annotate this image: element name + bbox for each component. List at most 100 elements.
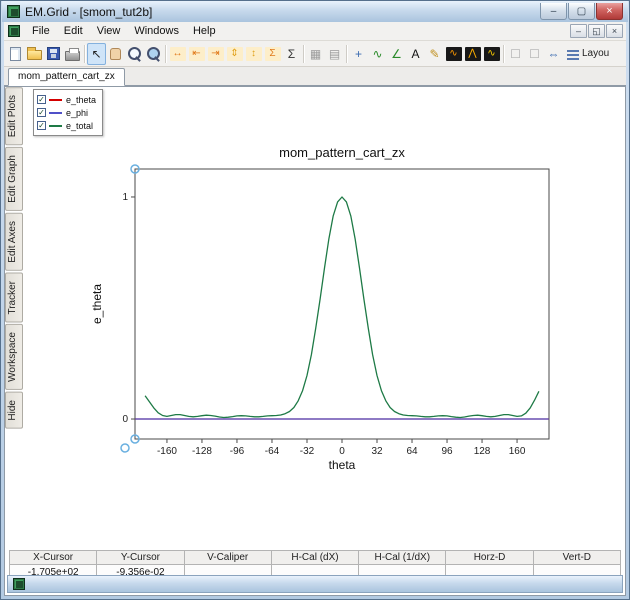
x-tick-label: 96 bbox=[441, 446, 453, 457]
close-button[interactable]: × bbox=[596, 3, 623, 20]
document-tab-bar: mom_pattern_cart_zx bbox=[4, 67, 626, 86]
zoom-window-icon bbox=[147, 47, 161, 61]
readout-column-6: Vert-D bbox=[534, 550, 621, 565]
smooth-button[interactable]: ∿ bbox=[368, 43, 387, 65]
new-document-button[interactable] bbox=[6, 43, 25, 65]
fit-page-button[interactable]: ↕ bbox=[244, 43, 263, 65]
menu-edit[interactable]: Edit bbox=[57, 23, 90, 39]
text-label-button[interactable]: A bbox=[406, 43, 425, 65]
legend-checkbox-e_theta[interactable]: ✓ bbox=[37, 95, 46, 104]
scroll-left-button[interactable]: ⇤ bbox=[187, 43, 206, 65]
menu-windows[interactable]: Windows bbox=[127, 23, 186, 39]
x-tick-label: -96 bbox=[230, 446, 245, 457]
pan-tool-button[interactable] bbox=[106, 43, 125, 65]
app-icon bbox=[7, 5, 20, 18]
zoom-in-icon bbox=[128, 47, 142, 61]
zoom-in-button[interactable] bbox=[125, 43, 144, 65]
save-button[interactable] bbox=[44, 43, 63, 65]
layout-icon bbox=[567, 50, 579, 60]
menu-items: FileEditViewWindowsHelp bbox=[25, 23, 223, 39]
side-tab-edit-axes[interactable]: Edit Axes bbox=[5, 213, 23, 271]
add-marker-button[interactable]: + bbox=[349, 43, 368, 65]
fit-height-icon: ⇕ bbox=[227, 47, 243, 61]
spectrum-icon: ∿ bbox=[484, 47, 500, 61]
text-label-icon: A bbox=[411, 48, 419, 60]
tab-mom-pattern-cart-zx[interactable]: mom_pattern_cart_zx bbox=[8, 68, 125, 86]
title-bar[interactable]: EM.Grid - [smom_tut2b] – ▢ × bbox=[2, 1, 628, 22]
grid-toggle-button[interactable]: ▦ bbox=[306, 43, 325, 65]
readout-column-3: H-Cal (dX) bbox=[272, 550, 359, 565]
window-fn-icon: ⋀ bbox=[465, 47, 481, 61]
autoscale-icon: Σ bbox=[265, 47, 281, 61]
side-tab-hide[interactable]: Hide bbox=[5, 392, 23, 429]
mdi-close-button[interactable]: × bbox=[606, 24, 623, 38]
overlay-1-button[interactable]: ☐ bbox=[506, 43, 525, 65]
fit-width-button[interactable]: ↔ bbox=[168, 43, 187, 65]
mdi-minimize-button[interactable]: – bbox=[570, 24, 587, 38]
y-axis-label: e_theta bbox=[90, 284, 104, 324]
tracker-handle[interactable] bbox=[121, 444, 129, 452]
print-button[interactable] bbox=[63, 43, 82, 65]
chart-title: mom_pattern_cart_zx bbox=[279, 145, 405, 160]
readout-column-2: V-Caliper bbox=[185, 550, 272, 565]
y-tick-label: 1 bbox=[122, 192, 128, 203]
minimize-button[interactable]: – bbox=[540, 3, 567, 20]
plot-frame bbox=[135, 169, 549, 439]
legend-item-e_theta: ✓e_theta bbox=[37, 93, 96, 106]
open-button[interactable] bbox=[25, 43, 44, 65]
side-tab-tracker[interactable]: Tracker bbox=[5, 273, 23, 323]
window-fn-button[interactable]: ⋀ bbox=[463, 43, 482, 65]
legend-checkbox-e_total[interactable]: ✓ bbox=[37, 121, 46, 130]
add-marker-icon: + bbox=[355, 48, 362, 60]
x-tick-label: 160 bbox=[509, 446, 526, 457]
data-table-button[interactable]: ▤ bbox=[325, 43, 344, 65]
autoscale-button[interactable]: Σ bbox=[263, 43, 282, 65]
smooth-icon: ∿ bbox=[372, 48, 382, 60]
select-tool-button[interactable]: ↖ bbox=[87, 43, 106, 65]
legend-line-sample bbox=[49, 112, 62, 114]
sync-axes-icon: ⇔ bbox=[548, 48, 560, 60]
x-axis-label: theta bbox=[329, 458, 356, 472]
zoom-window-button[interactable] bbox=[144, 43, 163, 65]
window-title: EM.Grid - [smom_tut2b] bbox=[25, 5, 539, 19]
legend-checkbox-e_phi[interactable]: ✓ bbox=[37, 108, 46, 117]
overlay-2-icon: ☐ bbox=[529, 48, 540, 60]
mdi-window-controls: – ◱ × bbox=[570, 24, 623, 38]
legend-box[interactable]: ✓e_theta✓e_phi✓e_total bbox=[33, 89, 103, 136]
sum-icon: Σ bbox=[288, 48, 295, 60]
side-tab-edit-graph[interactable]: Edit Graph bbox=[5, 147, 23, 211]
plot-area[interactable]: ✓e_theta✓e_phi✓e_total -160-128-96-64-32… bbox=[23, 87, 625, 539]
chart-svg[interactable]: -160-128-96-64-32032649612816001mom_patt… bbox=[23, 87, 629, 527]
slope-button[interactable]: ∠ bbox=[387, 43, 406, 65]
select-tool-icon: ↖ bbox=[91, 48, 101, 60]
menu-help[interactable]: Help bbox=[186, 23, 223, 39]
fft-icon: ∿ bbox=[446, 47, 462, 61]
pan-tool-icon bbox=[110, 48, 121, 60]
sync-axes-button[interactable]: ⇔ bbox=[544, 43, 563, 65]
legend-item-e_total: ✓e_total bbox=[37, 119, 96, 132]
sum-button[interactable]: Σ bbox=[282, 43, 301, 65]
fit-height-button[interactable]: ⇕ bbox=[225, 43, 244, 65]
side-tab-edit-plots[interactable]: Edit Plots bbox=[5, 87, 23, 145]
annotate-icon: ✎ bbox=[429, 48, 439, 60]
layout-button[interactable]: Layou bbox=[563, 43, 613, 65]
legend-label: e_phi bbox=[66, 108, 88, 118]
overlay-2-button[interactable]: ☐ bbox=[525, 43, 544, 65]
spectrum-button[interactable]: ∿ bbox=[482, 43, 501, 65]
document-icon[interactable] bbox=[8, 25, 20, 37]
grid-toggle-icon: ▦ bbox=[310, 48, 321, 60]
menu-file[interactable]: File bbox=[25, 23, 57, 39]
annotate-button[interactable]: ✎ bbox=[425, 43, 444, 65]
readout-column-0: X-Cursor bbox=[9, 550, 97, 565]
legend-line-sample bbox=[49, 125, 62, 127]
scroll-right-button[interactable]: ⇥ bbox=[206, 43, 225, 65]
fft-button[interactable]: ∿ bbox=[444, 43, 463, 65]
mdi-restore-button[interactable]: ◱ bbox=[588, 24, 605, 38]
menu-view[interactable]: View bbox=[90, 23, 128, 39]
data-table-icon: ▤ bbox=[329, 48, 340, 60]
side-tab-workspace[interactable]: Workspace bbox=[5, 324, 23, 390]
minimized-window-bar[interactable] bbox=[7, 575, 623, 593]
maximize-button[interactable]: ▢ bbox=[568, 3, 595, 20]
toolbar-separator bbox=[503, 45, 504, 63]
overlay-1-icon: ☐ bbox=[510, 48, 521, 60]
